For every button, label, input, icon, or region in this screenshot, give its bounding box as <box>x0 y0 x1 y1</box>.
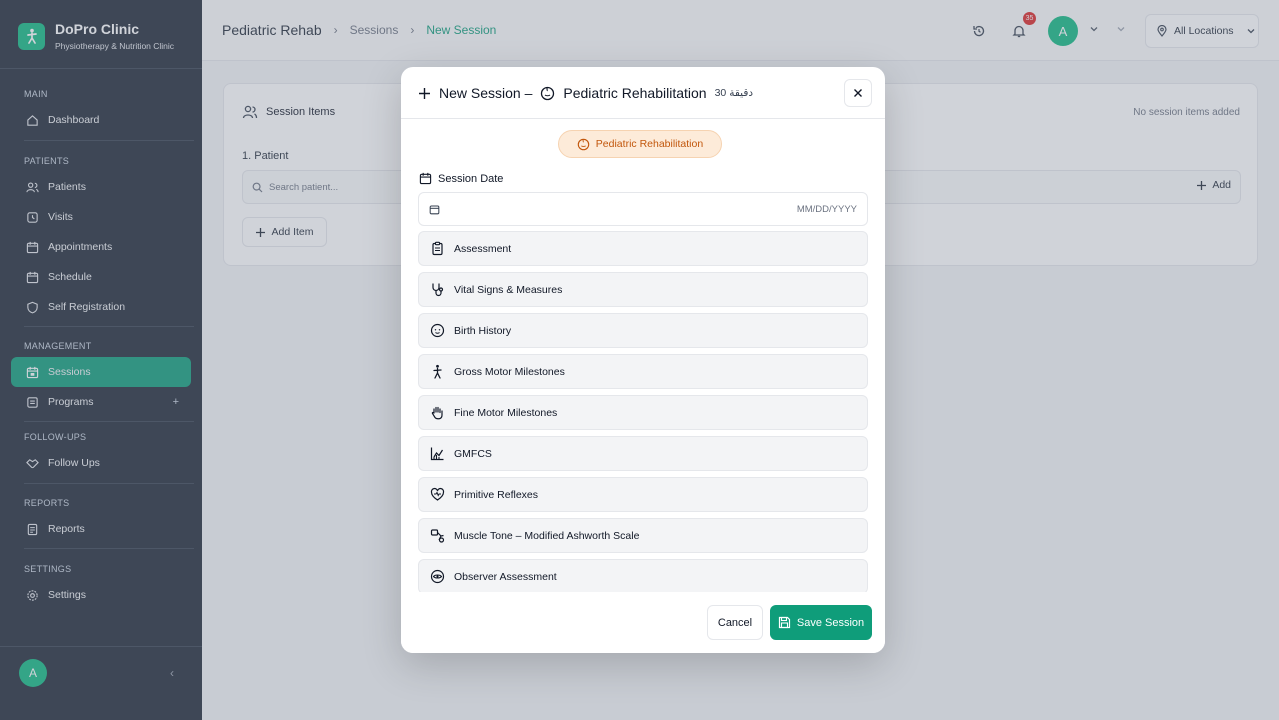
stethoscope-icon <box>430 282 445 297</box>
list-item[interactable]: Vital Signs & Measures <box>418 272 868 307</box>
program-pill-label: Pediatric Rehabilitation <box>595 138 704 150</box>
new-session-modal: New Session – Pediatric Rehabilitation 3… <box>401 67 885 653</box>
list-item-label: Primitive Reflexes <box>454 488 539 501</box>
list-item-label: Assessment <box>454 242 512 255</box>
session-date-input[interactable]: MM/DD/YYYY <box>418 192 868 226</box>
calendar-icon[interactable] <box>429 204 440 215</box>
plus-icon <box>418 87 431 100</box>
close-button[interactable] <box>844 79 872 107</box>
list-item-label: Muscle Tone – Modified Ashworth Scale <box>454 529 640 542</box>
list-item-label: Observer Assessment <box>454 570 557 583</box>
list-item[interactable]: Primitive Reflexes <box>418 477 868 512</box>
baby-icon <box>430 323 445 338</box>
session-date-label-text: Session Date <box>438 172 504 185</box>
calendar-icon <box>419 172 432 185</box>
save-session-button[interactable]: Save Session <box>770 605 872 640</box>
session-date-label: Session Date <box>419 172 503 185</box>
list-item-label: GMFCS <box>454 447 492 460</box>
clipboard-icon <box>430 241 445 256</box>
list-item[interactable]: GMFCS <box>418 436 868 471</box>
modal-title-text: New Session – <box>439 85 533 101</box>
hand-icon <box>430 405 445 420</box>
modal-footer: Cancel Save Session <box>401 592 885 653</box>
person-walking-icon <box>430 364 445 379</box>
list-item[interactable]: Muscle Tone – Modified Ashworth Scale <box>418 518 868 553</box>
baby-icon <box>577 138 590 151</box>
eye-icon <box>430 569 445 584</box>
list-item[interactable]: Observer Assessment <box>418 559 868 592</box>
session-duration: 30 دقيقة <box>714 87 754 99</box>
scale-icon <box>430 528 445 543</box>
program-pill: Pediatric Rehabilitation <box>558 130 722 158</box>
baby-icon <box>540 86 555 101</box>
heart-icon <box>430 487 445 502</box>
save-session-label: Save Session <box>796 616 865 629</box>
list-item-label: Fine Motor Milestones <box>454 406 558 419</box>
list-item-label: Vital Signs & Measures <box>454 283 563 296</box>
list-item[interactable]: Gross Motor Milestones <box>418 354 868 389</box>
cancel-button[interactable]: Cancel <box>707 605 763 640</box>
save-icon <box>778 616 791 629</box>
list-item[interactable]: Assessment <box>418 231 868 266</box>
close-icon <box>853 88 863 98</box>
modal-header: New Session – Pediatric Rehabilitation 3… <box>401 67 885 119</box>
modal-title: New Session – Pediatric Rehabilitation 3… <box>418 85 753 101</box>
list-item[interactable]: Birth History <box>418 313 868 348</box>
date-placeholder: MM/DD/YYYY <box>796 203 857 215</box>
list-item-label: Birth History <box>454 324 512 337</box>
program-name: Pediatric Rehabilitation <box>563 85 707 101</box>
list-item-label: Gross Motor Milestones <box>454 365 565 378</box>
chart-icon <box>430 446 445 461</box>
list-item[interactable]: Fine Motor Milestones <box>418 395 868 430</box>
session-items-list[interactable]: Assessment Vital Signs & Measures Birth … <box>418 231 868 592</box>
